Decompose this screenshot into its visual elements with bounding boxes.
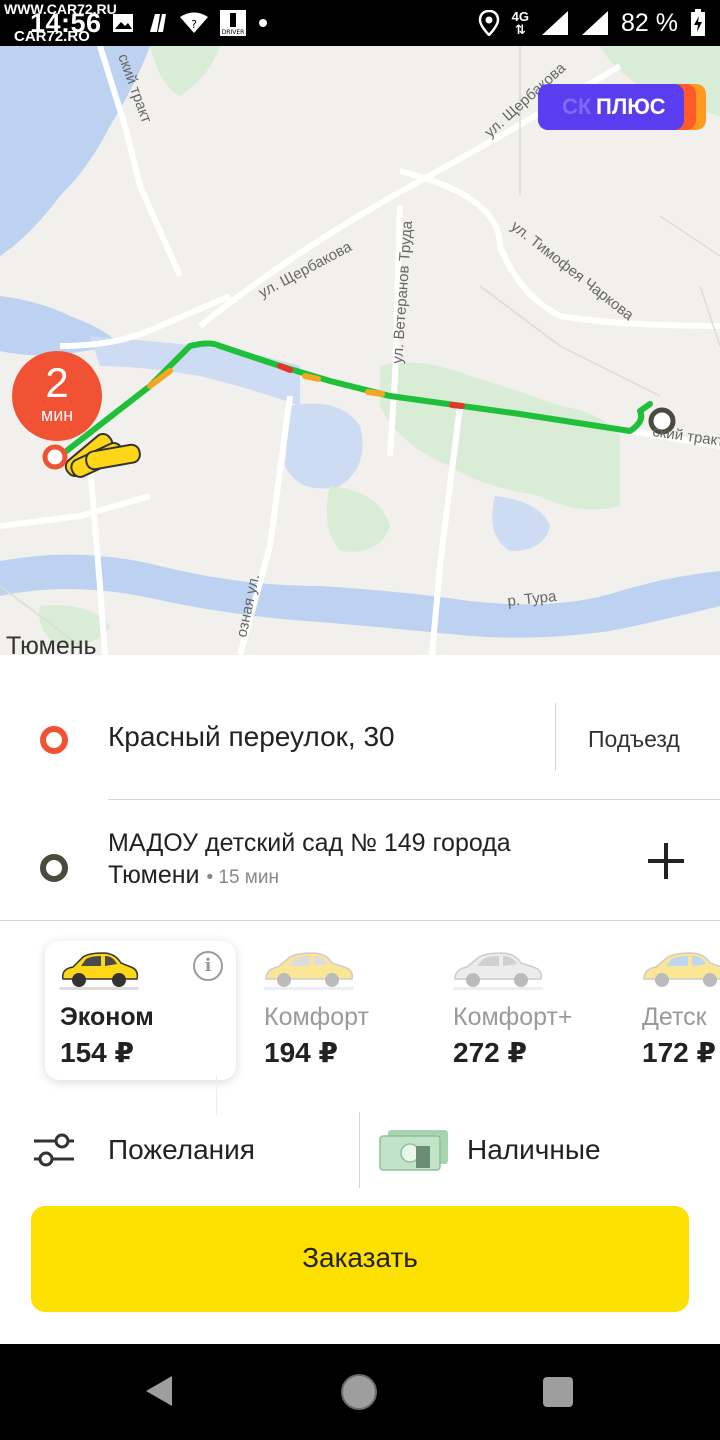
notification-icons: ? DRIVER	[112, 10, 268, 36]
plus-badge-label: ПЛЮС	[596, 94, 666, 119]
tariff-comfort-plus[interactable]: Комфорт+ 272 ₽	[453, 935, 623, 1080]
driver-app-icon: DRIVER	[220, 10, 246, 36]
entrance-button[interactable]: Подъезд	[588, 726, 680, 753]
tariff-name: Комфорт+	[453, 1003, 573, 1031]
image-icon	[113, 14, 133, 32]
street-label: ул. Ветеранов Труда	[389, 220, 416, 365]
destination-address-city: Тюмени	[108, 861, 200, 889]
svg-text:?: ?	[191, 18, 197, 31]
destination-address-row[interactable]: МАДОУ детский сад № 149 города Тюмени • …	[0, 801, 720, 919]
add-stop-button[interactable]	[648, 843, 684, 879]
wishes-button[interactable]: Пожелания	[30, 1110, 350, 1190]
city-label: Тюмень	[6, 632, 97, 655]
road	[699, 285, 720, 347]
tariff-comfort[interactable]: Комфорт 194 ₽	[264, 935, 434, 1080]
app-icon	[150, 14, 166, 32]
divider	[0, 920, 720, 921]
system-icons: 4G ⇅ 82 %	[478, 6, 706, 40]
road	[659, 215, 720, 257]
wishes-label: Пожелания	[108, 1134, 255, 1165]
tariff-price: 154 ₽	[60, 1037, 134, 1068]
tariff-selector[interactable]: i Эконом 154 ₽ Комфорт 194 ₽ Комфорт+ 27…	[0, 935, 720, 1115]
watermark: CAR72.RO	[14, 28, 90, 45]
eta-unit: мин	[40, 405, 74, 425]
traffic-segment	[449, 402, 465, 409]
order-button[interactable]: Заказать	[31, 1206, 689, 1312]
park-area	[380, 362, 620, 510]
destination-address-line2[interactable]: Тюмени • 15 мин	[108, 861, 279, 890]
park-area	[326, 486, 390, 552]
map-view[interactable]: ул. Щербакова ул. Щербакова ул. Ветерано…	[0, 46, 720, 655]
destination-point-icon	[40, 854, 68, 882]
battery-percent: 82 %	[621, 8, 678, 37]
home-icon[interactable]	[341, 1374, 377, 1410]
car-icon	[453, 952, 543, 990]
divider	[555, 703, 556, 771]
trip-duration: • 15 мин	[206, 867, 279, 888]
divider	[108, 799, 720, 800]
plus-badge[interactable]: СК ПЛЮС	[538, 84, 706, 130]
water-area	[285, 403, 363, 489]
pickup-point-icon	[40, 726, 68, 754]
car-icon	[643, 952, 720, 987]
street-label: ский тракт	[651, 423, 720, 450]
tariff-name: Детск	[642, 1003, 707, 1031]
car-icon	[264, 952, 354, 990]
taxi-cars	[64, 433, 141, 478]
map-canvas[interactable]: ул. Щербакова ул. Щербакова ул. Ветерано…	[0, 46, 720, 655]
traffic-segment	[365, 389, 385, 397]
eta-value: 2	[45, 359, 69, 406]
tariff-price: 172 ₽	[642, 1037, 716, 1068]
road	[479, 285, 661, 397]
network-type: 4G ⇅	[511, 9, 530, 37]
tariff-name: Комфорт	[264, 1003, 369, 1031]
order-options: Пожелания Наличные	[0, 1110, 720, 1190]
settings-sliders-icon	[34, 1133, 74, 1167]
water-area	[492, 496, 550, 551]
signal-icon	[582, 11, 609, 35]
recent-apps-icon[interactable]	[543, 1377, 573, 1407]
navigation-bar	[0, 1344, 720, 1440]
tariff-price: 272 ₽	[453, 1037, 527, 1068]
eta-badge: 2 мин	[12, 351, 102, 441]
destination-address-line1[interactable]: МАДОУ детский сад № 149 города	[108, 829, 511, 858]
pickup-address[interactable]: Красный переулок, 30	[108, 721, 395, 753]
pickup-marker[interactable]	[42, 444, 68, 470]
divider	[359, 1112, 360, 1188]
battery-icon	[691, 9, 705, 36]
tariff-name: Эконом	[60, 1003, 154, 1031]
order-button-label: Заказать	[302, 1242, 418, 1273]
svg-text:DRIVER: DRIVER	[222, 29, 245, 36]
road	[399, 168, 720, 329]
traffic-segment	[302, 373, 321, 382]
back-icon[interactable]	[146, 1376, 172, 1406]
traffic-segment	[277, 363, 293, 373]
signal-icon	[542, 11, 569, 35]
tariff-child[interactable]: Детск 172 ₽	[642, 935, 720, 1080]
dot-icon	[259, 19, 267, 27]
divider	[216, 1075, 217, 1115]
pickup-address-row[interactable]: Красный переулок, 30 Подъезд	[0, 695, 720, 785]
plus-badge-ghost: СК	[562, 94, 592, 119]
location-icon	[478, 10, 499, 36]
tariff-price: 194 ₽	[264, 1037, 338, 1068]
cash-icon	[379, 1130, 448, 1171]
wifi-icon: ?	[180, 12, 208, 33]
road	[0, 493, 151, 529]
payment-method-button[interactable]: Наличные	[378, 1110, 708, 1190]
order-sheet: Красный переулок, 30 Подъезд МАДОУ детск…	[0, 655, 720, 1344]
street-label: ул. Тимофея Чаркова	[508, 218, 638, 325]
tariff-economy[interactable]: i Эконом 154 ₽	[45, 941, 236, 1080]
status-bar: WWW.CAR72.RU 14:56 CAR72.RO ? DRIVER 4G ⇅…	[0, 0, 720, 46]
park-area	[150, 46, 220, 96]
car-icon	[59, 952, 139, 990]
info-icon[interactable]: i	[193, 951, 223, 981]
payment-label: Наличные	[467, 1134, 601, 1165]
